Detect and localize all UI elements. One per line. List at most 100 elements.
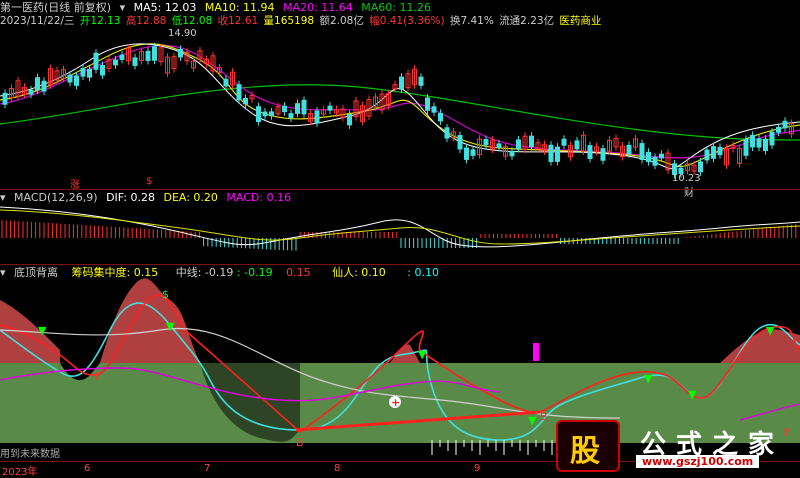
chart-canvas[interactable]: 14.90 10.23 + ▼$▼▼▼▼▼▼↑BB↑	[0, 0, 800, 476]
candle-body	[327, 105, 333, 111]
candle-body	[41, 80, 47, 92]
ma5-line	[0, 43, 800, 170]
candle-body	[431, 106, 437, 113]
watermark-logo: 股	[556, 420, 620, 472]
month-label: 7	[204, 463, 211, 474]
macd-value: MACD: 0.16	[226, 191, 292, 204]
macd-dea: DEA: 0.20	[163, 191, 218, 204]
panel-divider-2[interactable]	[0, 264, 800, 265]
signal-arrow-icon: ▼	[644, 372, 653, 385]
signal-arrow-icon: ↑	[92, 370, 101, 383]
candle-body	[600, 148, 606, 161]
dropdown-icon[interactable]: ▾	[0, 191, 6, 204]
candle-body	[509, 150, 515, 157]
candle-body	[236, 84, 242, 101]
candle-body	[587, 145, 593, 160]
watermark-url: www.gszj100.com	[636, 455, 760, 468]
candle-body	[132, 57, 138, 66]
candle-body	[717, 146, 723, 156]
candle-body	[28, 89, 34, 95]
candle-body	[704, 149, 710, 161]
candle-body	[223, 78, 229, 87]
candle-body	[347, 113, 352, 126]
xianren-label: 仙人: 0.10	[332, 266, 386, 279]
candle-body	[295, 103, 300, 114]
candle-body	[35, 77, 40, 91]
macd-title[interactable]: MACD(12,26,9)	[14, 191, 98, 204]
candle-body	[483, 139, 489, 146]
signal-arrow-icon: ▼	[166, 320, 175, 333]
candle-body	[743, 138, 749, 156]
indicator-title[interactable]: 底顶背离	[14, 266, 58, 279]
plus-glyph: +	[391, 396, 400, 409]
candle-body	[301, 99, 307, 115]
low-price-label: 10.23	[672, 173, 701, 184]
candle-body	[659, 153, 664, 159]
candle-body	[548, 144, 554, 163]
macd-dif: DIF: 0.28	[106, 191, 155, 204]
candle-body	[100, 64, 105, 76]
candle-body	[516, 139, 521, 149]
candle-body	[2, 92, 8, 105]
candle-body	[464, 147, 469, 160]
panel-divider-1[interactable]	[0, 189, 800, 190]
candle-body	[756, 138, 762, 148]
candle-body	[269, 111, 274, 117]
candle-body	[639, 143, 645, 161]
signal-arrow-icon: ▼	[418, 348, 427, 361]
macd-dif-line	[0, 206, 800, 248]
candle-body	[496, 143, 502, 148]
candle-body	[399, 76, 404, 90]
candle-body	[555, 146, 560, 162]
candle-body	[698, 161, 703, 173]
chip-concentration: 筹码集中度: 0.15	[71, 266, 159, 279]
dropdown-icon[interactable]: ▾	[0, 266, 6, 279]
candle-body	[243, 97, 248, 105]
ma60-line	[0, 84, 800, 141]
high-price-label: 14.90	[168, 28, 197, 39]
xianren-value: : 0.10	[407, 266, 439, 279]
candle-body	[652, 156, 658, 166]
candle-body	[93, 52, 99, 70]
candle-body	[178, 48, 183, 58]
candle-body	[145, 50, 151, 61]
candle-body	[646, 151, 651, 163]
midline-value: : -0.19	[236, 266, 273, 279]
candle-body	[282, 105, 287, 113]
candle-body	[80, 67, 86, 77]
candle-body	[262, 111, 268, 117]
candle-body	[438, 112, 443, 122]
candle-body	[574, 140, 580, 150]
signal-arrow-icon: B	[296, 436, 304, 449]
signal-arrow-icon: $	[162, 288, 169, 301]
indicator-header: ▾ 底顶背离 筹码集中度: 0.15 中线: -0.19 : -0.19 0.1…	[0, 266, 444, 280]
candle-body	[418, 76, 424, 86]
midline-label: 中线: -0.19	[175, 266, 234, 279]
signal-arrow-icon: ▼	[766, 324, 775, 337]
candle-body	[711, 146, 716, 159]
logo-char: 股	[570, 434, 600, 469]
candle-body	[288, 113, 294, 119]
ma20-line	[0, 44, 800, 159]
red-value: 0.15	[286, 266, 311, 279]
candle-body	[750, 134, 755, 148]
candle-body	[444, 127, 450, 139]
candle-body	[314, 110, 320, 124]
candle-body	[626, 144, 632, 155]
candle-body	[256, 106, 261, 123]
candle-body	[776, 126, 781, 133]
candle-body	[769, 131, 775, 146]
cai-tag: 财	[684, 188, 694, 199]
macd-dea-line	[0, 209, 800, 245]
signal-arrow-icon: B	[540, 410, 548, 423]
candle-body	[782, 120, 788, 129]
candle-body	[561, 138, 567, 146]
signal-bar	[533, 343, 539, 361]
future-data-note: 用到未来数据	[0, 449, 60, 460]
dollar-tag: $	[146, 176, 153, 187]
month-label: 6	[84, 463, 91, 474]
candle-body	[457, 135, 463, 150]
month-label: 9	[474, 463, 481, 474]
candle-body	[470, 149, 476, 156]
candle-body	[74, 75, 79, 86]
